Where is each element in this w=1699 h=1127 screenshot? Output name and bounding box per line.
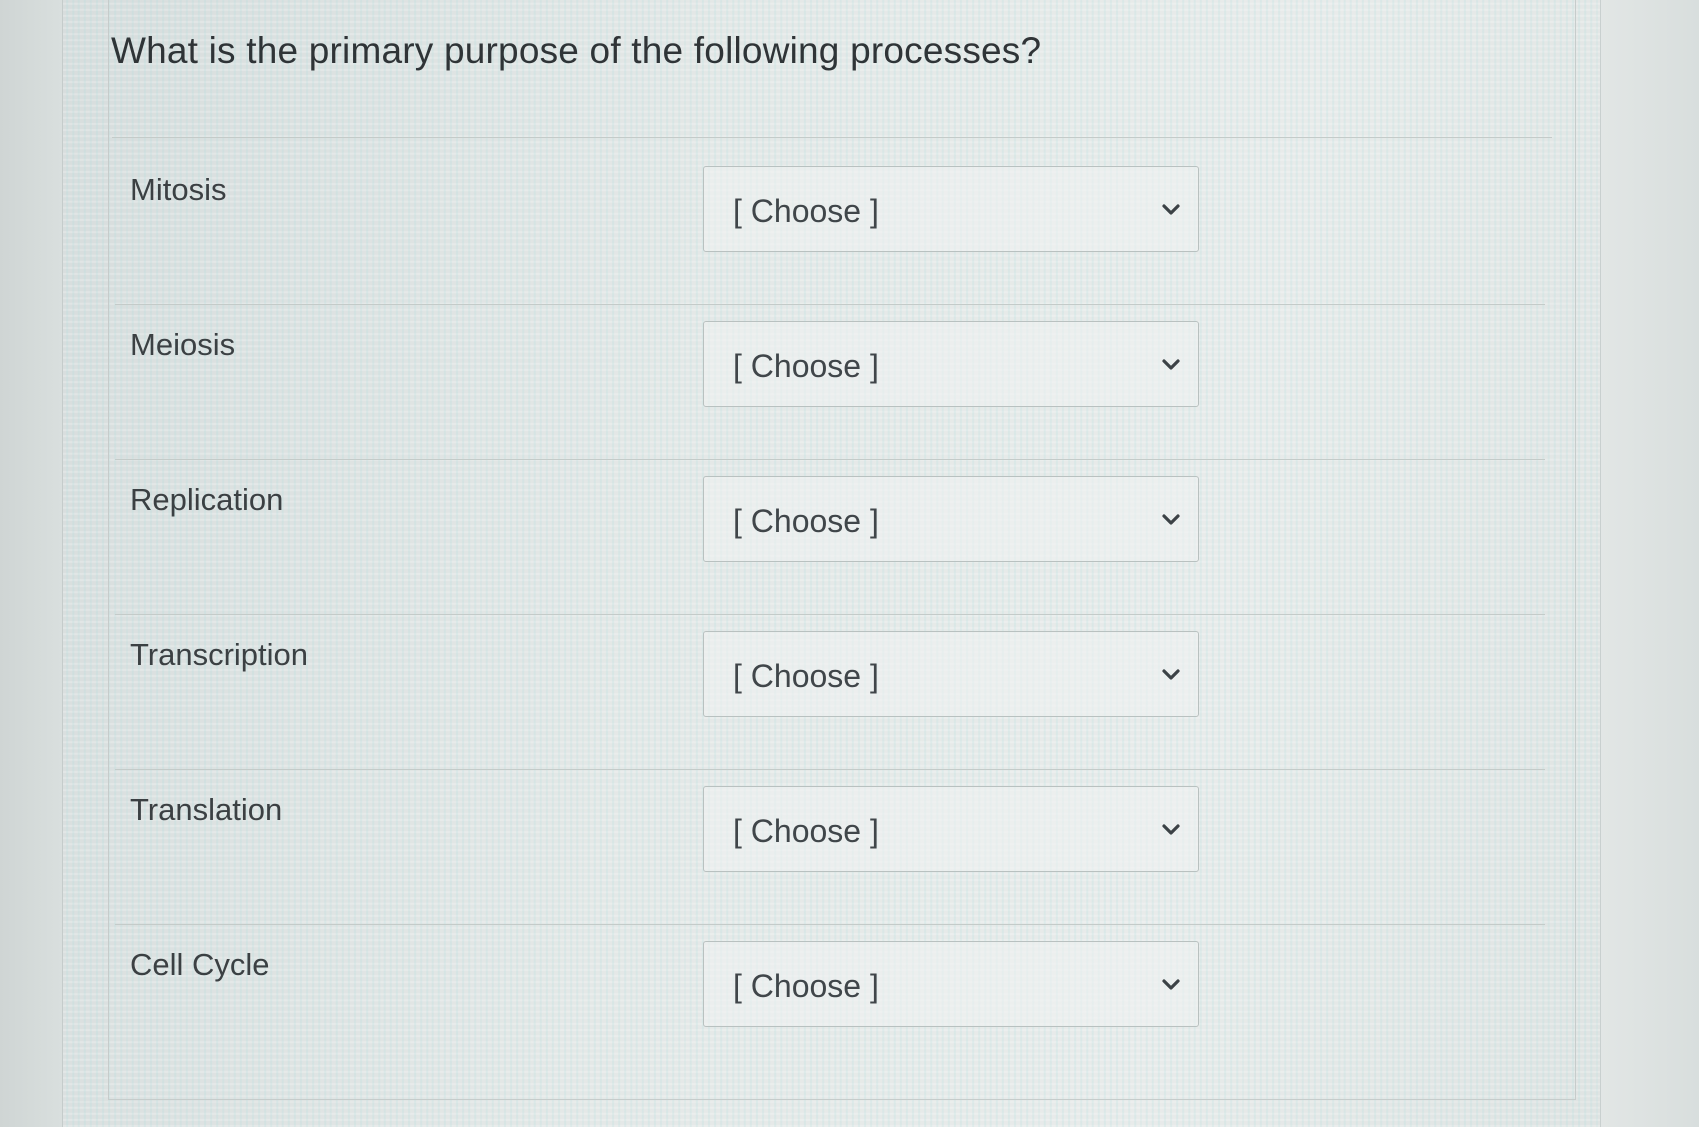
row-label: Mitosis [130,172,227,207]
question-title: What is the primary purpose of the follo… [111,30,1042,71]
choose-dropdown-cell-cycle[interactable]: [ Choose ] [703,941,1199,1027]
screen-left-edge [0,0,63,1127]
row-label: Meiosis [130,327,236,362]
match-row-replication: Replication [ Choose ] [115,460,1545,615]
dropdown-value: [ Choose ] [733,503,879,539]
header-divider [112,137,1552,138]
chevron-down-icon [1162,359,1180,370]
match-row-cell-cycle: Cell Cycle [ Choose ] [115,925,1545,1080]
dropdown-value: [ Choose ] [733,658,879,694]
match-row-transcription: Transcription [ Choose ] [115,615,1545,770]
choose-dropdown-meiosis[interactable]: [ Choose ] [703,321,1199,407]
match-row-translation: Translation [ Choose ] [115,770,1545,925]
dropdown-value: [ Choose ] [733,813,879,849]
match-row-meiosis: Meiosis [ Choose ] [115,305,1545,460]
choose-dropdown-translation[interactable]: [ Choose ] [703,786,1199,872]
dropdown-value: [ Choose ] [733,193,879,229]
chevron-down-icon [1162,824,1180,835]
chevron-down-icon [1162,204,1180,215]
choose-dropdown-replication[interactable]: [ Choose ] [703,476,1199,562]
chevron-down-icon [1162,979,1180,990]
screen-right-edge [1600,0,1699,1127]
dropdown-value: [ Choose ] [733,968,879,1004]
choose-dropdown-transcription[interactable]: [ Choose ] [703,631,1199,717]
match-row-mitosis: Mitosis [ Choose ] [115,150,1545,305]
row-label: Replication [130,482,284,517]
row-label: Cell Cycle [130,947,270,982]
row-label: Transcription [130,637,309,672]
chevron-down-icon [1162,669,1180,680]
chevron-down-icon [1162,514,1180,525]
dropdown-value: [ Choose ] [733,348,879,384]
row-label: Translation [130,792,283,827]
choose-dropdown-mitosis[interactable]: [ Choose ] [703,166,1199,252]
